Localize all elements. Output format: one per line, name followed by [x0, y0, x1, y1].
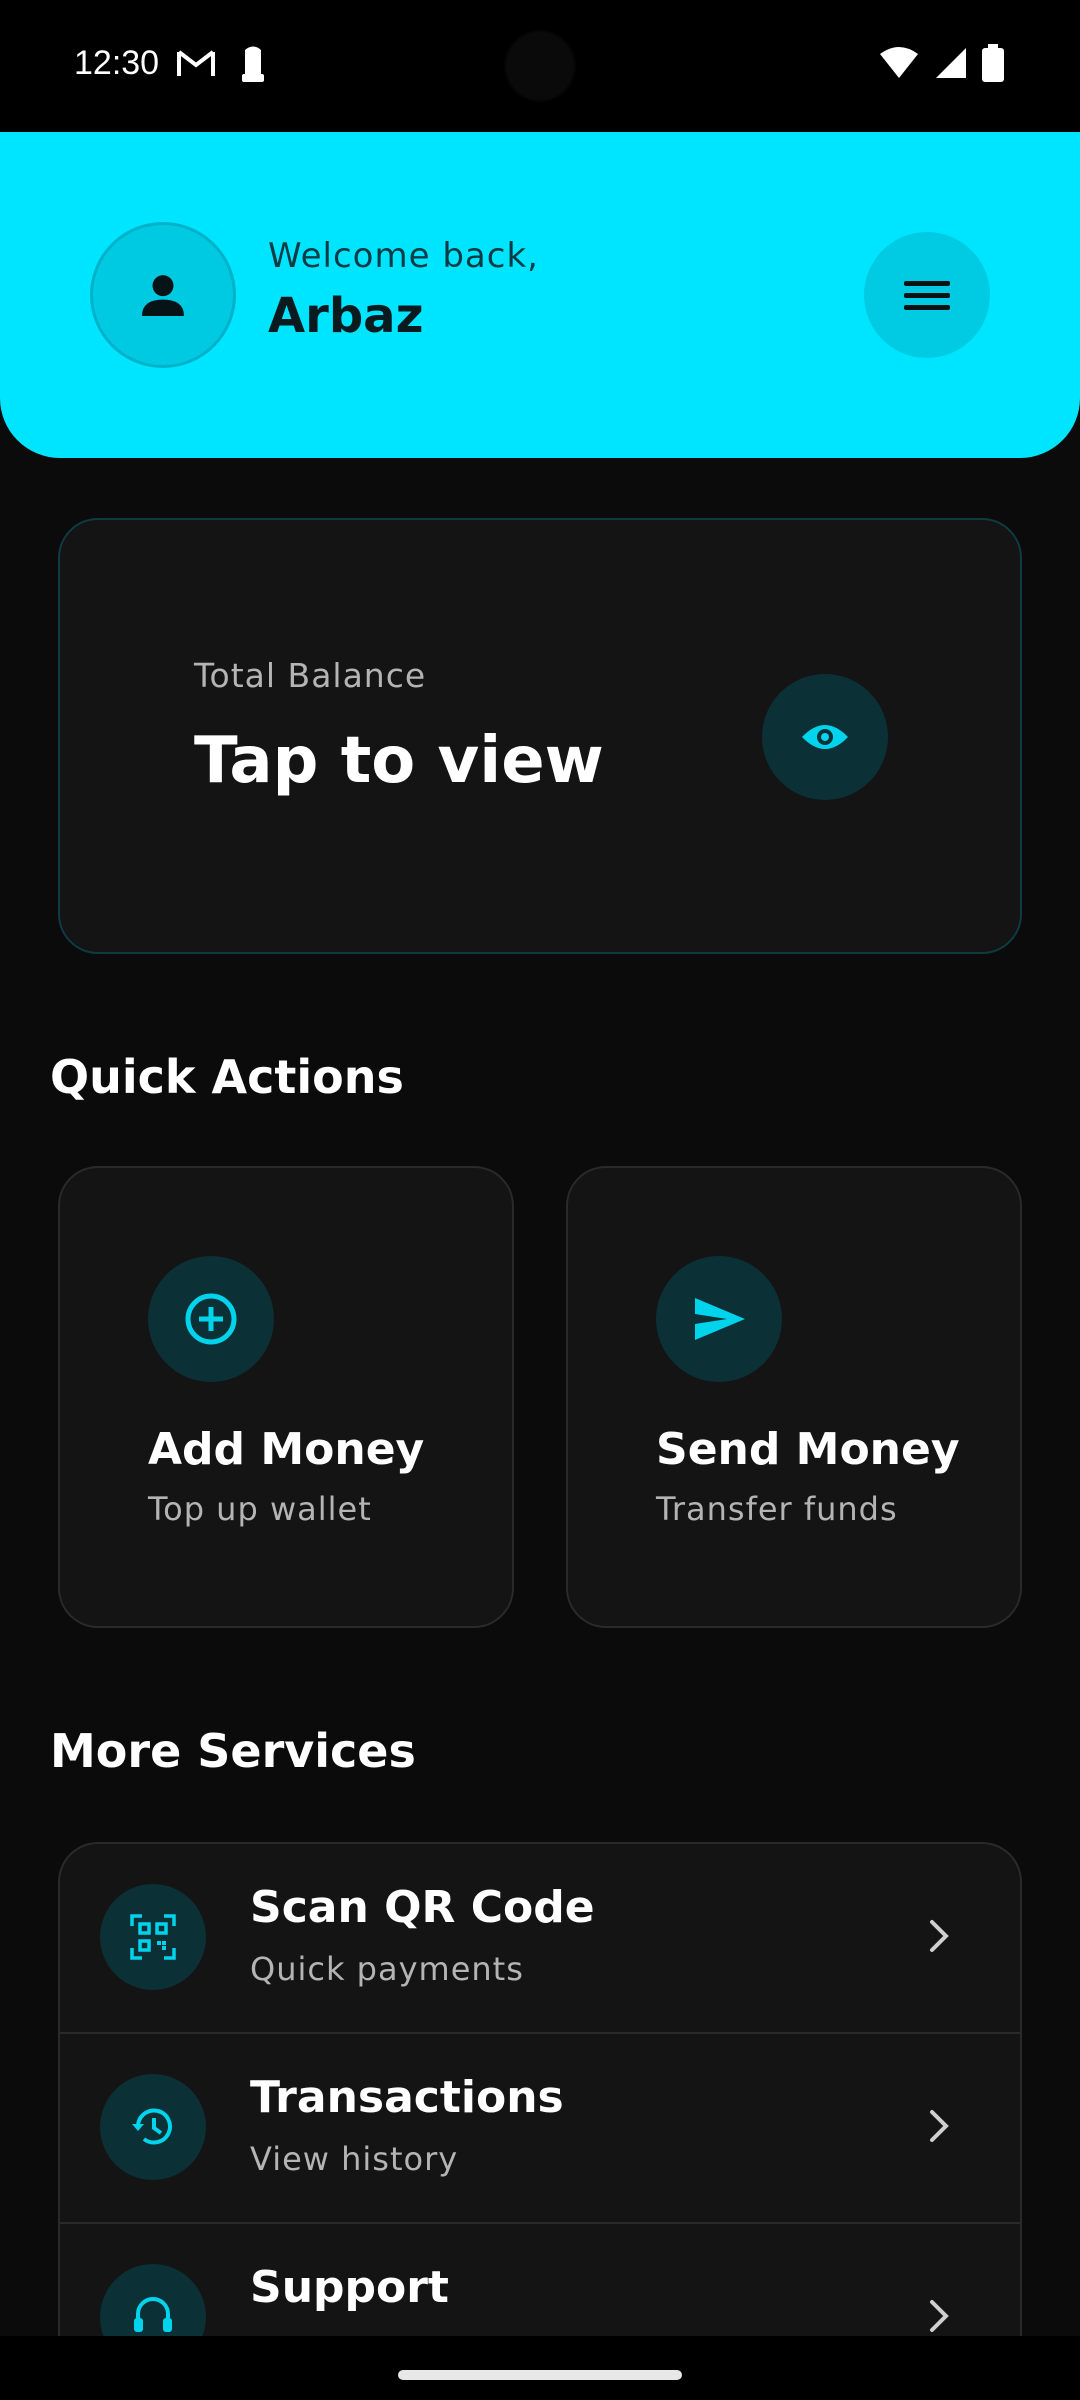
signal-icon — [936, 48, 966, 78]
balance-label: Total Balance — [194, 656, 427, 695]
hamburger-menu-icon — [904, 281, 950, 310]
person-icon — [142, 275, 184, 316]
status-bar: 12:30 — [0, 0, 1080, 132]
gmail-icon — [177, 50, 215, 76]
support-title: Support — [250, 2262, 449, 2313]
more-services-title: More Services — [50, 1724, 416, 1778]
chevron-right-icon — [930, 2300, 949, 2332]
send-money-card[interactable]: Send Money Transfer funds — [566, 1166, 1022, 1628]
home-indicator[interactable] — [398, 2370, 682, 2380]
services-list: Scan QR Code Quick payments Transactions… — [58, 1842, 1022, 2342]
toggle-balance-button[interactable] — [762, 674, 888, 800]
qr-code-icon — [130, 1914, 176, 1960]
add-money-card[interactable]: Add Money Top up wallet — [58, 1166, 514, 1628]
welcome-text: Welcome back, — [268, 236, 539, 276]
status-icons — [878, 44, 1004, 82]
eye-icon — [802, 725, 848, 749]
send-money-icon-wrap — [656, 1256, 782, 1382]
send-money-subtitle: Transfer funds — [656, 1490, 898, 1528]
transactions-title: Transactions — [250, 2072, 564, 2123]
service-scan-qr[interactable]: Scan QR Code Quick payments — [60, 1844, 1020, 2034]
send-money-title: Send Money — [656, 1424, 960, 1475]
header: Welcome back, Arbaz — [0, 132, 1080, 458]
status-time: 12:30 — [74, 44, 160, 82]
notification-icon — [242, 46, 264, 82]
chevron-right-icon — [930, 2110, 949, 2142]
transactions-subtitle: View history — [250, 2140, 459, 2178]
send-icon — [695, 1298, 745, 1340]
balance-card[interactable]: Total Balance Tap to view — [58, 518, 1022, 954]
add-money-icon-wrap — [148, 1256, 274, 1382]
service-transactions[interactable]: Transactions View history — [60, 2034, 1020, 2224]
qr-icon-wrap — [100, 1884, 206, 1990]
add-circle-icon — [185, 1293, 237, 1345]
add-money-title: Add Money — [148, 1424, 425, 1475]
chevron-right-icon — [930, 1920, 949, 1952]
quick-actions-title: Quick Actions — [50, 1050, 404, 1104]
menu-button[interactable] — [864, 232, 990, 358]
history-icon-wrap — [100, 2074, 206, 2180]
avatar[interactable] — [90, 222, 236, 368]
add-money-subtitle: Top up wallet — [148, 1490, 372, 1528]
scan-qr-subtitle: Quick payments — [250, 1950, 524, 1988]
history-icon — [132, 2108, 172, 2145]
support-icon-wrap — [100, 2264, 206, 2342]
headset-icon — [134, 2297, 172, 2332]
username: Arbaz — [268, 288, 424, 344]
battery-icon — [982, 44, 1004, 82]
wifi-icon — [880, 47, 918, 78]
navigation-bar — [0, 2336, 1080, 2400]
balance-value[interactable]: Tap to view — [194, 724, 604, 798]
scan-qr-title: Scan QR Code — [250, 1882, 595, 1933]
front-camera — [504, 30, 576, 102]
service-support[interactable]: Support — [60, 2224, 1020, 2342]
